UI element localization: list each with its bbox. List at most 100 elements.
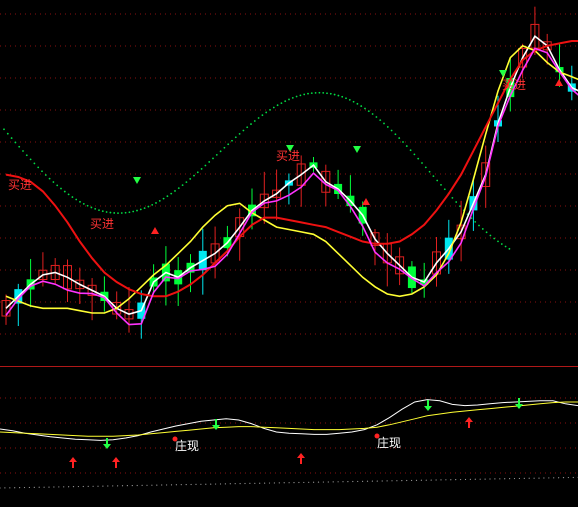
trend-dot bbox=[436, 179, 439, 182]
indicator-dot bbox=[464, 478, 467, 481]
indicator-dot bbox=[43, 486, 45, 488]
indicator-dot bbox=[121, 485, 124, 487]
indicator-dot bbox=[146, 484, 148, 486]
indicator-dot bbox=[249, 482, 251, 485]
indicator-dot bbox=[376, 480, 378, 482]
trend-dot bbox=[3, 128, 5, 131]
indicator-dot bbox=[229, 483, 231, 485]
indicator-dot bbox=[264, 482, 266, 484]
trend-dot bbox=[326, 92, 328, 95]
trend-dot bbox=[348, 98, 351, 101]
trend-dot bbox=[280, 102, 283, 105]
indicator-dot bbox=[112, 485, 114, 487]
trend-dot bbox=[109, 211, 112, 214]
trend-dot bbox=[481, 228, 484, 230]
indicator-dot bbox=[430, 479, 432, 481]
indicator-dot bbox=[14, 487, 16, 489]
trend-dot bbox=[250, 123, 252, 125]
indicator-dot bbox=[415, 479, 418, 481]
trend-dot bbox=[493, 237, 496, 240]
indicator-dot bbox=[450, 479, 452, 481]
trend-dot bbox=[345, 97, 347, 100]
indicator-dot bbox=[53, 486, 55, 488]
trend-dot bbox=[177, 187, 180, 190]
indicator-dot bbox=[406, 479, 408, 482]
indicator-dot bbox=[170, 484, 173, 486]
trend-dot bbox=[307, 92, 309, 95]
indicator-dot bbox=[518, 477, 521, 480]
trend-dot bbox=[333, 93, 336, 96]
indicator-dot bbox=[558, 477, 560, 479]
trend-dot bbox=[79, 200, 81, 203]
trend-dot bbox=[231, 139, 233, 142]
trend-dot bbox=[352, 100, 355, 103]
zhuangxian-label: 庄现 bbox=[377, 435, 401, 450]
trend-dot bbox=[413, 153, 416, 156]
indicator-dot bbox=[303, 481, 305, 484]
indicator-dot bbox=[293, 482, 295, 484]
indicator-dot bbox=[391, 480, 393, 482]
trend-dot bbox=[71, 196, 74, 198]
trend-dot bbox=[291, 96, 294, 99]
indicator-dot bbox=[298, 481, 300, 484]
trend-dot bbox=[508, 247, 511, 250]
indicator-dot bbox=[357, 480, 359, 483]
trend-dot bbox=[6, 132, 9, 135]
indicator-dot bbox=[87, 485, 89, 487]
trend-dot bbox=[337, 94, 340, 97]
indicator-dot bbox=[234, 483, 236, 485]
trend-dot bbox=[322, 91, 325, 94]
trend-dot bbox=[94, 208, 97, 210]
trend-dot bbox=[113, 212, 116, 214]
trend-dot bbox=[37, 166, 40, 169]
trend-dot bbox=[181, 184, 184, 187]
indicator-dot bbox=[317, 481, 320, 483]
indicator-dot bbox=[166, 484, 168, 486]
indicator-dot bbox=[205, 483, 207, 485]
indicator-dot bbox=[175, 484, 177, 486]
indicator-dot bbox=[215, 483, 217, 485]
trend-dot bbox=[219, 150, 222, 153]
indicator-dot bbox=[82, 485, 84, 488]
chart-background bbox=[0, 0, 578, 507]
trend-dot bbox=[318, 91, 321, 94]
indicator-dot bbox=[504, 478, 506, 480]
indicator-dot bbox=[117, 485, 119, 487]
trend-dot bbox=[132, 210, 135, 213]
trend-dot bbox=[204, 164, 207, 167]
stock-chart: 买进 买进 买进 买进 庄现 庄现 bbox=[0, 0, 578, 507]
indicator-dot bbox=[352, 480, 354, 483]
trend-dot bbox=[14, 141, 17, 144]
trend-dot bbox=[158, 199, 161, 202]
indicator-dot bbox=[283, 482, 285, 484]
indicator-dot bbox=[484, 478, 486, 480]
trend-dot bbox=[227, 143, 230, 146]
indicator-dot bbox=[381, 480, 383, 482]
indicator-dot bbox=[185, 483, 187, 486]
indicator-dot bbox=[19, 487, 21, 489]
trend-dot bbox=[41, 170, 43, 173]
indicator-dot bbox=[386, 480, 388, 482]
indicator-dot bbox=[28, 486, 30, 489]
buy-label: 买进 bbox=[502, 78, 526, 92]
trend-dot bbox=[265, 111, 268, 114]
indicator-dot bbox=[244, 482, 246, 485]
buy-label: 买进 bbox=[8, 178, 32, 192]
trend-dot bbox=[485, 231, 488, 234]
indicator-dot bbox=[396, 480, 398, 482]
indicator-dot bbox=[489, 478, 491, 480]
indicator-dot bbox=[460, 478, 462, 481]
indicator-dot bbox=[219, 483, 222, 485]
trend-dot bbox=[269, 108, 271, 111]
indicator-dot bbox=[273, 482, 275, 484]
trend-dot bbox=[478, 224, 480, 227]
trend-dot bbox=[33, 162, 36, 165]
indicator-dot bbox=[151, 484, 153, 486]
indicator-dot bbox=[523, 477, 525, 479]
indicator-dot bbox=[411, 479, 413, 482]
indicator-dot bbox=[58, 486, 60, 488]
trend-dot bbox=[120, 212, 123, 214]
indicator-dot bbox=[538, 477, 540, 479]
indicator-dot bbox=[268, 482, 271, 484]
indicator-dot bbox=[401, 480, 403, 482]
